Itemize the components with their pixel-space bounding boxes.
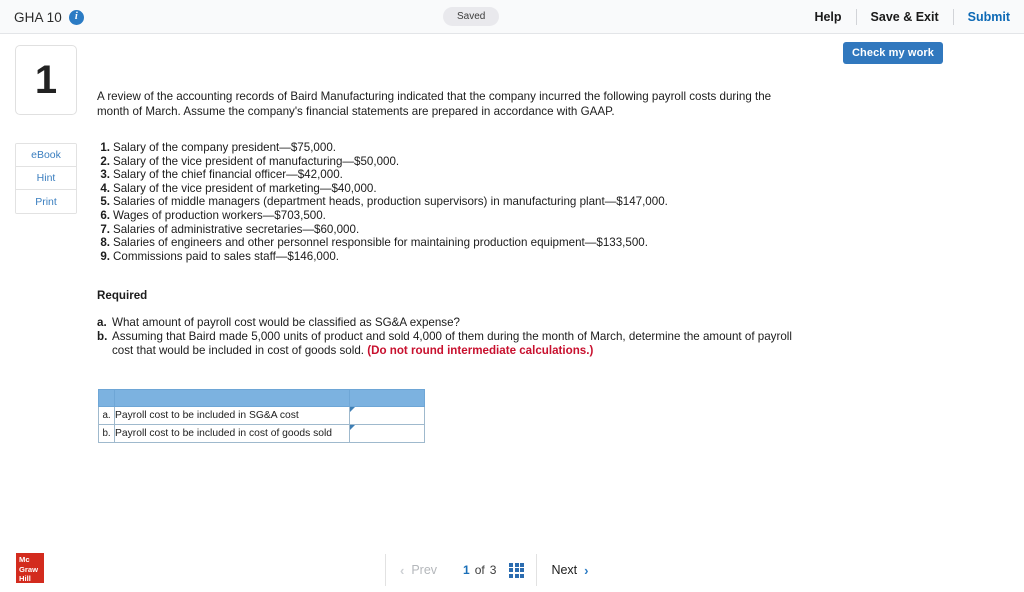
requirement-letter: a.	[97, 316, 107, 330]
question-content: A review of the accounting records of Ba…	[97, 90, 817, 358]
list-item-text: Salaries of middle managers (department …	[113, 195, 668, 209]
current-page: 1	[463, 563, 470, 577]
status-badge-saved: Saved	[443, 7, 500, 26]
help-link[interactable]: Help	[800, 10, 855, 24]
header-left-group: GHA 10 i	[14, 0, 84, 34]
list-item: 6. Wages of production workers—$703,500.	[97, 209, 817, 223]
table-header-cell-label	[114, 389, 350, 407]
row-letter: b.	[97, 424, 116, 443]
list-item: 1. Salary of the company president—$75,0…	[97, 141, 817, 155]
list-item: 4. Salary of the vice president of marke…	[97, 182, 817, 196]
assignment-title: GHA 10	[14, 9, 62, 25]
question-intro-text: A review of the accounting records of Ba…	[97, 90, 772, 118]
page-counter: 1 of 3	[451, 562, 536, 578]
prev-label: Prev	[411, 563, 438, 577]
next-button[interactable]: Next ›	[537, 563, 602, 578]
table-header-cell-letter	[97, 389, 116, 407]
submit-link[interactable]: Submit	[954, 10, 1010, 24]
table-header-row	[97, 389, 426, 407]
of-label: of	[474, 563, 485, 577]
requirement-item: b. Assuming that Baird made 5,000 units …	[97, 330, 797, 358]
requirement-text: Assuming that Baird made 5,000 units of …	[112, 330, 792, 357]
total-pages: 3	[489, 563, 497, 577]
hint-button[interactable]: Hint	[16, 167, 76, 190]
mcgraw-hill-logo: Mc Graw Hill	[16, 553, 44, 583]
chevron-left-icon: ‹	[400, 562, 405, 578]
question-tools-group: eBook Hint Print	[15, 143, 77, 214]
header-right-group: Help Save & Exit Submit	[800, 0, 1010, 34]
table-header-cell-value	[348, 389, 426, 407]
list-item-number: 9.	[100, 249, 110, 263]
list-item-number: 3.	[100, 168, 110, 182]
info-icon[interactable]: i	[68, 9, 84, 25]
next-label: Next	[551, 563, 578, 577]
print-button[interactable]: Print	[16, 190, 76, 213]
requirements-list: a. What amount of payroll cost would be …	[97, 316, 817, 357]
payroll-cost-item-list: 1. Salary of the company president—$75,0…	[97, 141, 817, 263]
no-rounding-note: (Do not round intermediate calculations.…	[367, 343, 594, 357]
logo-line-3: Hill	[19, 574, 31, 584]
list-item-number: 7.	[100, 222, 110, 236]
row-label: Payroll cost to be included in SG&A cost	[114, 406, 350, 425]
answer-input-a[interactable]	[349, 407, 424, 424]
list-item-number: 1.	[100, 141, 110, 154]
grid-icon[interactable]	[509, 562, 525, 578]
table-row: b. Payroll cost to be included in cost o…	[97, 424, 426, 443]
list-item: 3. Salary of the chief financial officer…	[97, 168, 817, 182]
chevron-right-icon: ›	[584, 562, 589, 578]
list-item-number: 4.	[100, 181, 110, 195]
list-item: 5. Salaries of middle managers (departme…	[97, 195, 817, 209]
pagination-bar: ‹ Prev 1 of 3 Next ›	[385, 553, 602, 587]
answer-table: a. Payroll cost to be included in SG&A c…	[97, 389, 426, 443]
requirement-item: a. What amount of payroll cost would be …	[97, 316, 797, 330]
answer-input-b[interactable]	[349, 425, 424, 442]
list-item-number: 2.	[100, 154, 110, 168]
question-number-box: 1	[15, 45, 77, 115]
answer-input-cell-b[interactable]	[348, 424, 426, 443]
list-item-text: Commissions paid to sales staff—$146,000…	[113, 249, 339, 263]
logo-line-2: Graw	[19, 564, 38, 574]
list-item-number: 6.	[100, 208, 110, 222]
list-item-text: Salaries of engineers and other personne…	[113, 236, 648, 250]
list-item-text: Salary of the chief financial officer—$4…	[113, 168, 343, 182]
list-item-text: Salary of the vice president of marketin…	[113, 181, 377, 195]
ebook-button[interactable]: eBook	[16, 144, 76, 167]
list-item: 9. Commissions paid to sales staff—$146,…	[97, 250, 817, 264]
answer-input-cell-a[interactable]	[348, 406, 426, 425]
list-item-text: Salary of the vice president of manufact…	[113, 154, 400, 168]
list-item-text: Salaries of administrative secretaries—$…	[113, 222, 360, 236]
list-item: 7. Salaries of administrative secretarie…	[97, 223, 817, 237]
logo-line-1: Mc	[19, 555, 30, 564]
save-and-exit-link[interactable]: Save & Exit	[857, 10, 953, 24]
list-item-text: Wages of production workers—$703,500.	[113, 208, 326, 222]
table-row: a. Payroll cost to be included in SG&A c…	[97, 406, 426, 425]
requirement-text: What amount of payroll cost would be cla…	[112, 316, 460, 330]
prev-button[interactable]: ‹ Prev	[386, 563, 451, 578]
check-my-work-button[interactable]: Check my work	[843, 42, 943, 64]
list-item: 8. Salaries of engineers and other perso…	[97, 236, 817, 250]
list-item-number: 5.	[100, 195, 110, 209]
top-header-bar: GHA 10 i Saved Help Save & Exit Submit	[0, 0, 1024, 34]
requirement-letter: b.	[97, 330, 108, 344]
list-item-text: Salary of the company president—$75,000.	[113, 141, 336, 154]
list-item: 2. Salary of the vice president of manuf…	[97, 155, 817, 169]
row-letter: a.	[97, 406, 116, 425]
row-label: Payroll cost to be included in cost of g…	[114, 424, 350, 443]
list-item-number: 8.	[100, 236, 110, 250]
required-heading: Required	[97, 289, 148, 303]
